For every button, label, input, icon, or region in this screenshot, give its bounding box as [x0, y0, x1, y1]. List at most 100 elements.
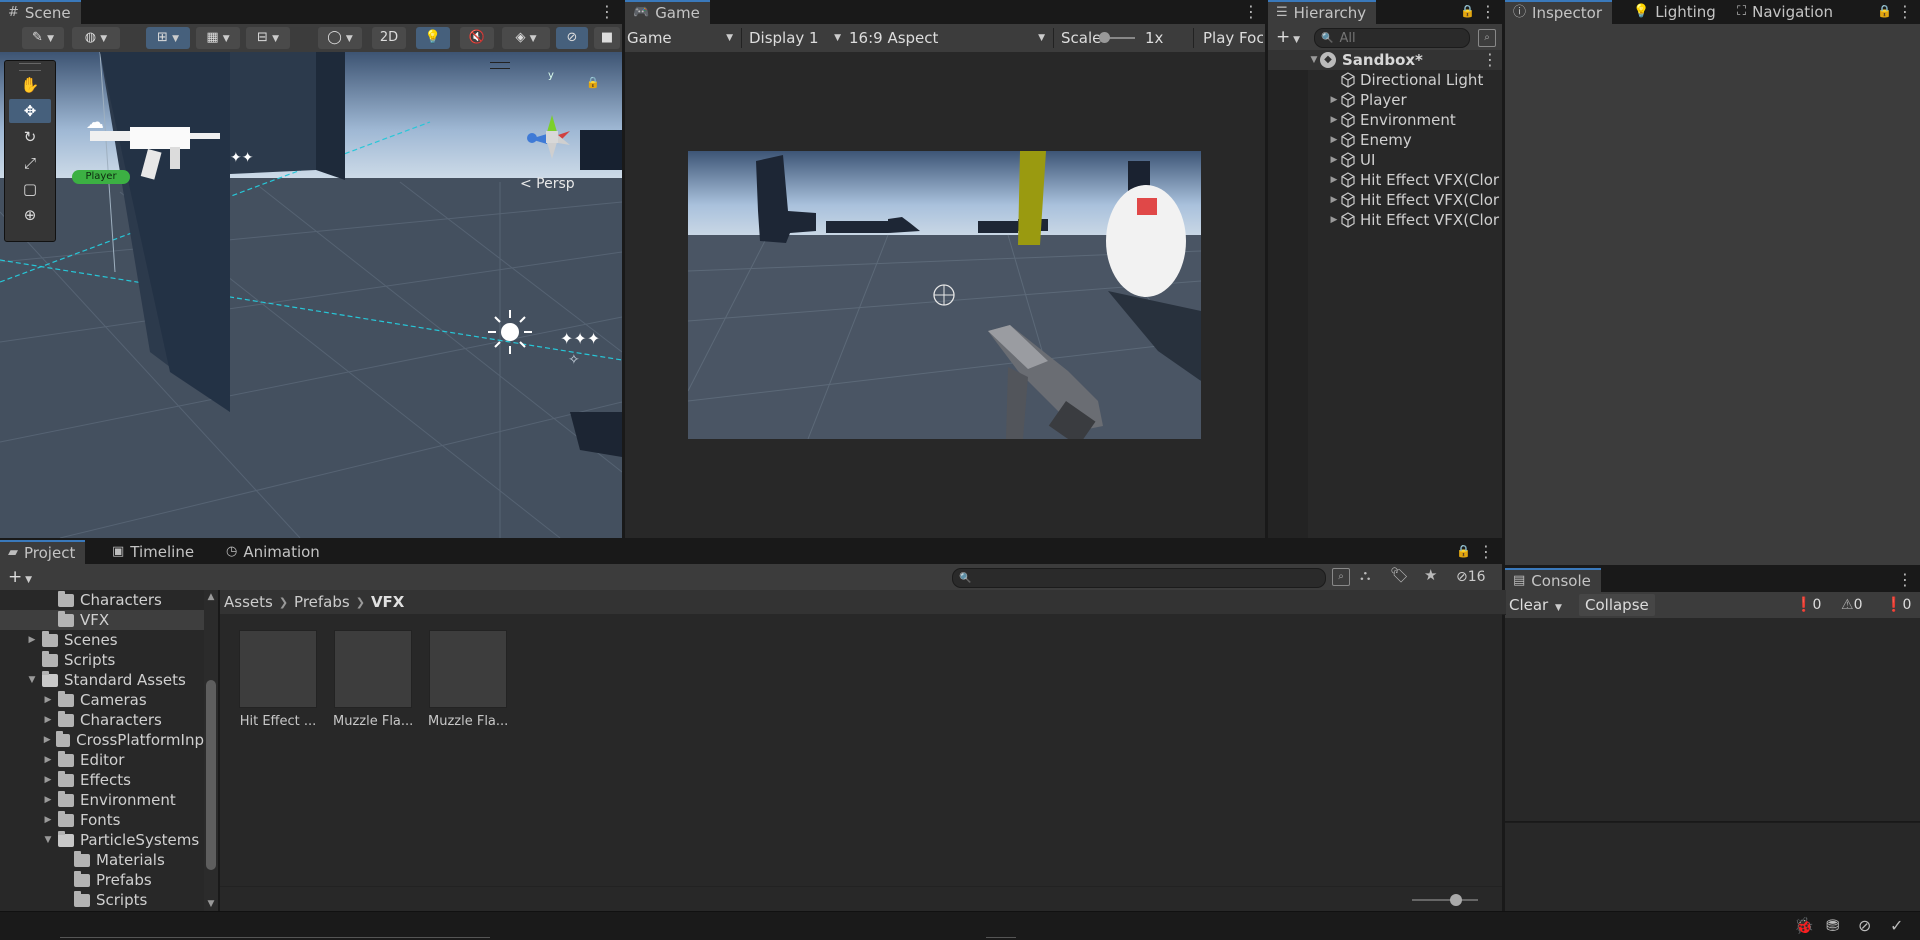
hierarchy-add-button[interactable]: + ▼: [1276, 26, 1308, 48]
project-lock-icon[interactable]: 🔒: [1456, 543, 1471, 559]
project-tree-item[interactable]: ▼ Standard Assets: [0, 670, 204, 690]
gizmo-lock-icon[interactable]: 🔒: [586, 76, 600, 89]
grid-visibility-dropdown[interactable]: ▦ ▼: [196, 27, 240, 49]
effects-dropdown[interactable]: ◈ ▼: [502, 27, 550, 49]
filter-by-label-icon[interactable]: 🏷: [1390, 566, 1409, 584]
expand-arrow[interactable]: ▶: [42, 810, 54, 830]
hierarchy-menu-icon[interactable]: ⋮: [1480, 3, 1496, 21]
hierarchy-item[interactable]: ▶ UI: [1268, 150, 1502, 170]
hierarchy-item[interactable]: ▶ Enemy: [1268, 130, 1502, 150]
tools-overlay-grip[interactable]: [19, 63, 41, 71]
display-dropdown[interactable]: Display 1 ▼: [749, 27, 845, 49]
hierarchy-item[interactable]: ▶ Hit Effect VFX(Clor: [1268, 210, 1502, 230]
scale-tool-icon[interactable]: ⤢: [9, 151, 51, 175]
expand-arrow[interactable]: ▼: [42, 830, 54, 850]
move-tool-icon[interactable]: ✥: [9, 99, 51, 123]
project-tree-item[interactable]: ▶ Fonts: [0, 810, 204, 830]
expand-arrow[interactable]: ▶: [42, 790, 54, 810]
inspector-lock-icon[interactable]: 🔒: [1877, 3, 1892, 19]
expand-arrow[interactable]: ▼: [26, 670, 38, 690]
project-search-input[interactable]: [975, 569, 1320, 587]
tree-scrollbar[interactable]: ▲ ▼: [204, 590, 218, 911]
mode-2d-toggle[interactable]: 2D: [372, 27, 406, 49]
project-tree-item[interactable]: ▶ Editor: [0, 750, 204, 770]
tab-inspector[interactable]: ⓘ Inspector: [1505, 0, 1612, 24]
scene-viewport[interactable]: ✦✦ ✦✦✦ ✧ ☁ Player < Persp y 🔒 ✋ ✥ ↻ ⤢ ▢ …: [0, 52, 622, 538]
project-search[interactable]: 🔍: [952, 568, 1326, 588]
audio-toggle[interactable]: 🔇: [460, 27, 494, 49]
cache-server-icon[interactable]: ⛃: [1826, 916, 1839, 935]
hierarchy-item[interactable]: ▶ Hit Effect VFX(Clor: [1268, 190, 1502, 210]
project-tree-item[interactable]: VFX: [0, 610, 204, 630]
hand-tool-icon[interactable]: ✋: [9, 73, 51, 97]
hierarchy-search-input[interactable]: [1337, 29, 1462, 47]
expand-arrow[interactable]: ▶: [42, 690, 54, 710]
project-asset-grid[interactable]: Hit Effect ... Muzzle Fla... Muzzle Fla...: [220, 614, 1502, 886]
project-add-button[interactable]: + ▼: [8, 566, 40, 588]
expand-arrow[interactable]: ▶: [1328, 210, 1340, 230]
snap-increment-dropdown[interactable]: ⊟ ▼: [246, 27, 290, 49]
tab-navigation[interactable]: ⛶ Navigation: [1729, 0, 1843, 24]
tab-game[interactable]: 🎮 Game: [625, 0, 710, 24]
project-tree-item[interactable]: Prefabs: [0, 870, 204, 890]
project-tree-item[interactable]: Characters: [0, 590, 204, 610]
breadcrumb-assets[interactable]: Assets: [224, 593, 273, 611]
search-by-type-icon[interactable]: ⌕: [1332, 568, 1350, 586]
bug-icon[interactable]: 🐞: [1794, 916, 1814, 935]
project-tree-item[interactable]: ▶ Environment: [0, 790, 204, 810]
hidden-packages-toggle[interactable]: ⊘16: [1456, 567, 1486, 587]
lighting-toggle[interactable]: 💡: [416, 27, 450, 49]
scene-visibility-toggle[interactable]: ⊘: [556, 27, 588, 49]
asset-item[interactable]: Muzzle Fla...: [333, 630, 413, 729]
project-tree-item[interactable]: ▶ CrossPlatformInp: [0, 730, 204, 750]
breadcrumb-vfx[interactable]: VFX: [371, 593, 404, 611]
tab-scene[interactable]: # Scene: [0, 0, 81, 24]
asset-item[interactable]: Muzzle Fla...: [428, 630, 508, 729]
play-focused-dropdown[interactable]: Play Foc: [1203, 27, 1263, 49]
breadcrumb-prefabs[interactable]: Prefabs: [294, 593, 350, 611]
hierarchy-item[interactable]: Directional Light: [1268, 70, 1502, 90]
hierarchy-search[interactable]: 🔍: [1314, 28, 1470, 48]
expand-arrow[interactable]: ▶: [1328, 170, 1340, 190]
tab-animation[interactable]: ◷ Animation: [218, 540, 330, 564]
game-viewport[interactable]: [688, 151, 1201, 439]
rotate-tool-icon[interactable]: ↻: [9, 125, 51, 149]
tab-timeline[interactable]: ▣ Timeline: [104, 540, 204, 564]
expand-arrow[interactable]: ▶: [1328, 150, 1340, 170]
expand-arrow[interactable]: ▶: [42, 770, 54, 790]
persp-label[interactable]: < Persp: [520, 176, 575, 192]
grid-snap-toggle[interactable]: ⊞ ▼: [146, 27, 190, 49]
scale-slider-thumb[interactable]: [1099, 32, 1110, 43]
filter-by-type-icon[interactable]: ⛬: [1360, 566, 1371, 584]
orientation-dropdown[interactable]: ◍ ▼: [72, 27, 120, 49]
project-tree-item[interactable]: ▶ Scenes: [0, 630, 204, 650]
scroll-up-arrow[interactable]: ▲: [204, 590, 218, 604]
auto-generate-lighting-icon[interactable]: ⊘: [1858, 916, 1871, 935]
console-log-area[interactable]: [1505, 618, 1920, 821]
shading-mode-dropdown[interactable]: ◯ ▼: [318, 27, 362, 49]
tab-hierarchy[interactable]: ☰ Hierarchy: [1268, 0, 1377, 24]
expand-arrow[interactable]: ▶: [42, 750, 54, 770]
scene-expand-arrow[interactable]: ▼: [1308, 55, 1320, 65]
tab-project[interactable]: ▰ Project: [0, 540, 86, 564]
game-menu-icon[interactable]: ⋮: [1243, 3, 1259, 21]
expand-arrow[interactable]: ▶: [1328, 110, 1340, 130]
scale-slider[interactable]: [1099, 32, 1135, 43]
hierarchy-lock-icon[interactable]: 🔒: [1460, 3, 1475, 19]
hierarchy-item[interactable]: ▶ Player: [1268, 90, 1502, 110]
camera-dropdown[interactable]: ■: [594, 27, 620, 49]
icon-size-slider-thumb[interactable]: [1450, 894, 1462, 906]
hierarchy-search-options-icon[interactable]: ⌕: [1478, 29, 1496, 47]
project-tree-item[interactable]: ▼ ParticleSystems: [0, 830, 204, 850]
icon-size-slider[interactable]: [1412, 894, 1478, 906]
transform-tool-icon[interactable]: ⊕: [9, 203, 51, 227]
asset-item[interactable]: Hit Effect ...: [238, 630, 318, 729]
console-clear-dropdown[interactable]: ▼: [1555, 594, 1562, 616]
aspect-dropdown[interactable]: 16:9 Aspect ▼: [849, 27, 1049, 49]
inspector-menu-icon[interactable]: ⋮: [1897, 3, 1913, 21]
expand-arrow[interactable]: ▶: [1328, 90, 1340, 110]
player-badge[interactable]: Player: [72, 170, 130, 184]
expand-arrow[interactable]: ▶: [42, 730, 52, 750]
scroll-down-arrow[interactable]: ▼: [204, 897, 218, 911]
hierarchy-scene-row[interactable]: ▼ ◆ Sandbox* ⋮: [1268, 50, 1502, 70]
